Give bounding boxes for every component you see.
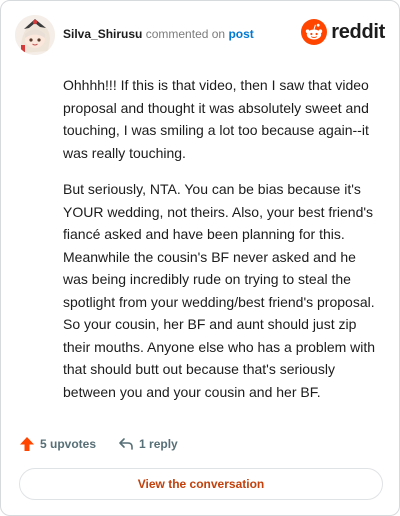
comment-header: Silva_Shirusu commented on post reddit <box>15 15 385 57</box>
arrow-up-icon <box>20 437 34 451</box>
user-avatar[interactable] <box>15 15 55 55</box>
reply-button[interactable]: 1 reply <box>118 436 178 452</box>
comment-body: Ohhhh!!! If this is that video, then I s… <box>63 74 381 403</box>
avatar-illustration <box>15 15 55 55</box>
comment-paragraph: Ohhhh!!! If this is that video, then I s… <box>63 77 369 161</box>
comment-actions: 5 upvotes 1 reply <box>19 433 200 455</box>
view-conversation-button[interactable]: View the conversation <box>19 468 383 500</box>
upvote-count: 5 upvotes <box>40 437 97 451</box>
reddit-logo[interactable]: reddit <box>301 19 385 45</box>
upvote-button[interactable]: 5 upvotes <box>19 436 96 452</box>
comment-paragraph: But seriously, NTA. You can be bias beca… <box>63 181 376 400</box>
commented-on-text: commented on <box>145 27 226 41</box>
comment-byline: Silva_Shirusu commented on post <box>63 27 254 41</box>
embedded-comment-card: Silva_Shirusu commented on post reddit O… <box>0 0 400 516</box>
reply-arrow-icon <box>119 438 133 450</box>
post-link[interactable]: post <box>228 27 253 41</box>
reply-count: 1 reply <box>139 437 178 451</box>
reddit-alien-icon <box>301 19 328 45</box>
username-link[interactable]: Silva_Shirusu <box>63 27 142 41</box>
reddit-wordmark: reddit <box>331 20 385 43</box>
